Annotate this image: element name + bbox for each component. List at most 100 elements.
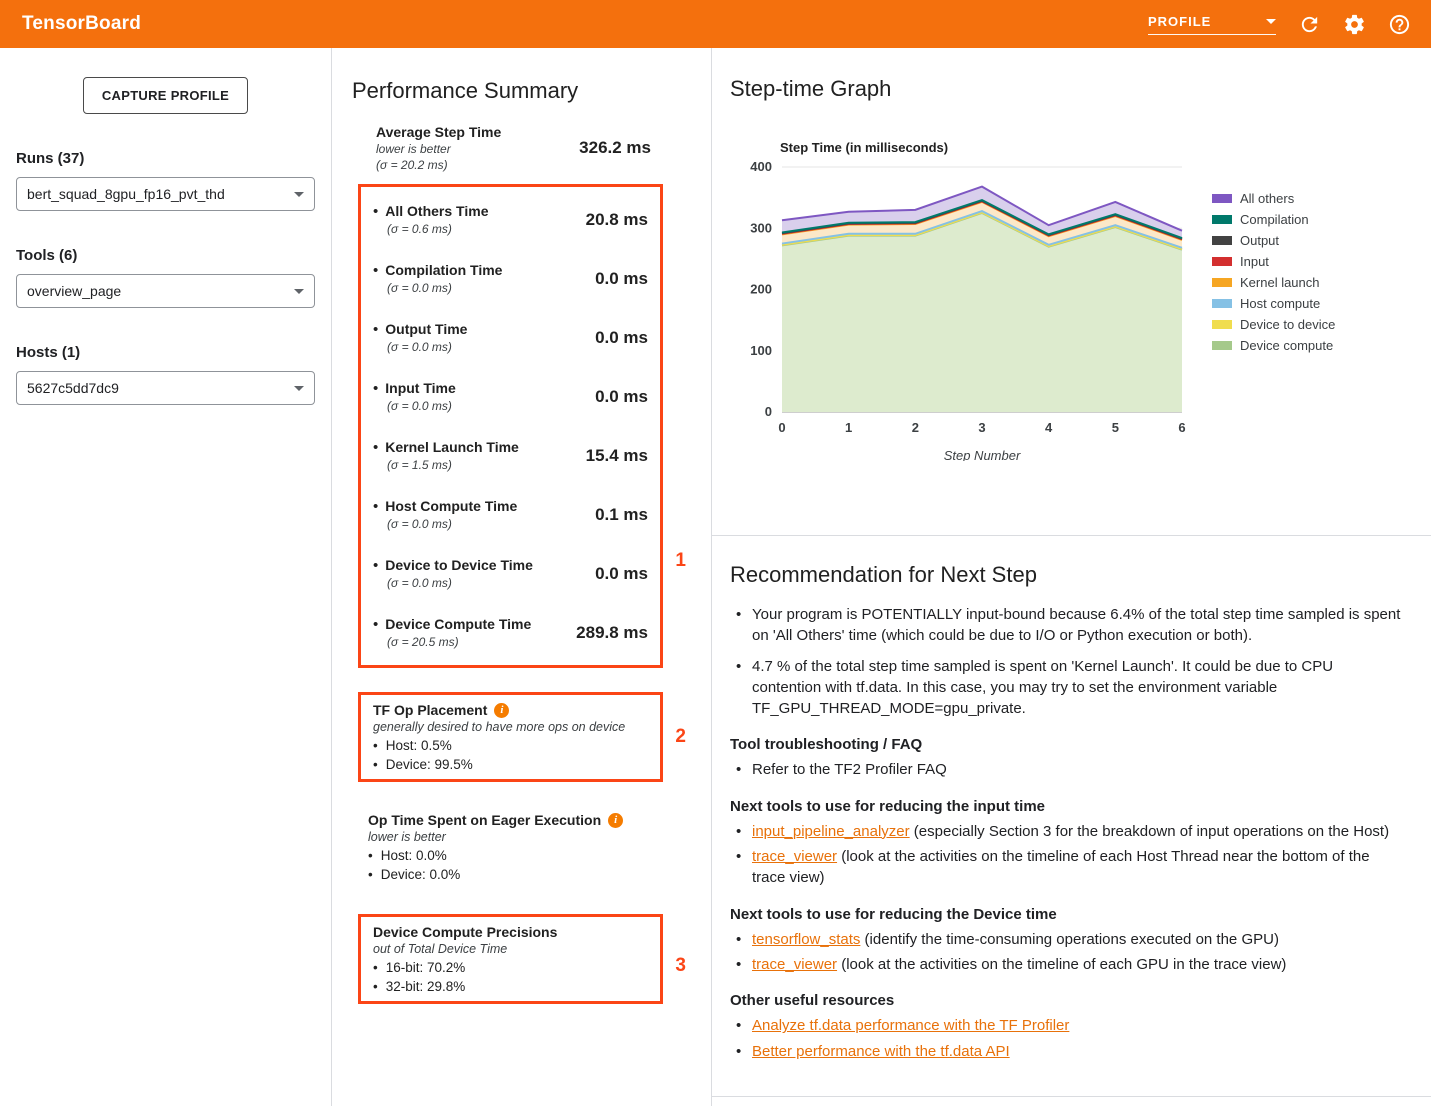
sidebar: CAPTURE PROFILE Runs (37) bert_squad_8gp…: [0, 48, 331, 1106]
tool-link[interactable]: trace_viewer: [752, 956, 837, 973]
svg-text:4: 4: [1045, 420, 1053, 435]
metric-row: Device to Device Time (σ = 0.0 ms) 0.0 m…: [371, 544, 650, 603]
help-icon[interactable]: [1388, 13, 1411, 36]
chevron-down-icon: [294, 289, 304, 294]
legend-item: Kernel launch: [1212, 272, 1335, 293]
legend-label: Compilation: [1240, 212, 1309, 227]
metric-label: All Others Time: [385, 203, 488, 219]
stat-item: Device: 99.5%: [373, 757, 648, 772]
metric-label: Output Time: [385, 321, 467, 337]
metric-value: 0.1 ms: [595, 505, 648, 525]
bullet-icon: [373, 498, 378, 515]
resource-link[interactable]: Analyze tf.data performance with the TF …: [752, 1017, 1069, 1034]
average-step-time-row: Average Step Time lower is better (σ = 2…: [376, 124, 651, 172]
section-subtitle: out of Total Device Time: [373, 942, 648, 956]
metric-label: Device Compute Time: [385, 616, 531, 632]
recommendation-title: Recommendation for Next Step: [730, 562, 1401, 588]
svg-text:1: 1: [845, 420, 852, 435]
annotation-number: 1: [675, 550, 686, 572]
chart-legend: All others Compilation Output Input Kernel l…: [1212, 188, 1335, 356]
hosts-select-value: 5627c5dd7dc9: [27, 380, 119, 396]
runs-select[interactable]: bert_squad_8gpu_fp16_pvt_thd: [16, 177, 315, 211]
divider: [712, 1096, 1431, 1097]
stat-item: 32-bit: 29.8%: [373, 979, 648, 994]
runs-select-value: bert_squad_8gpu_fp16_pvt_thd: [27, 186, 225, 202]
legend-label: Input: [1240, 254, 1269, 269]
metric-sigma: (σ = 0.0 ms): [387, 281, 587, 295]
reco-item: input_pipeline_analyzer (especially Sect…: [730, 821, 1401, 842]
hosts-select[interactable]: 5627c5dd7dc9: [16, 371, 315, 405]
recommendation-bullet: 4.7 % of the total step time sampled is …: [730, 656, 1401, 720]
metric-label: Kernel Launch Time: [385, 439, 519, 455]
legend-item: Device to device: [1212, 314, 1335, 335]
section-title: TF Op Placement: [373, 702, 487, 718]
tool-link[interactable]: input_pipeline_analyzer: [752, 823, 910, 840]
metric-row: Input Time (σ = 0.0 ms) 0.0 ms: [371, 367, 650, 426]
legend-swatch: [1212, 215, 1232, 224]
app-title: TensorBoard: [22, 13, 141, 35]
annotation-number: 3: [675, 955, 686, 977]
reco-section-heading: Tool troubleshooting / FAQ: [730, 736, 1401, 753]
metric-value: 0.0 ms: [595, 269, 648, 289]
section-subtitle: lower is better: [368, 830, 663, 844]
section-subtitle: generally desired to have more ops on de…: [373, 720, 648, 734]
tools-label: Tools (6): [16, 247, 315, 264]
tool-link[interactable]: trace_viewer: [752, 848, 837, 865]
resource-link[interactable]: Better performance with the tf.data API: [752, 1043, 1010, 1060]
section-title: Device Compute Precisions: [373, 924, 557, 940]
metric-row: Kernel Launch Time (σ = 1.5 ms) 15.4 ms: [371, 426, 650, 485]
metric-sigma: (σ = 0.0 ms): [387, 340, 587, 354]
legend-label: Device compute: [1240, 338, 1333, 353]
legend-label: Host compute: [1240, 296, 1320, 311]
legend-swatch: [1212, 236, 1232, 245]
capture-profile-button[interactable]: CAPTURE PROFILE: [83, 77, 248, 114]
step-time-graph-title: Step-time Graph: [730, 76, 1431, 102]
dashboard-select[interactable]: PROFILE: [1148, 14, 1276, 35]
legend-label: Device to device: [1240, 317, 1335, 332]
metric-sigma: (σ = 20.2 ms): [376, 158, 579, 172]
legend-swatch: [1212, 194, 1232, 203]
svg-text:100: 100: [750, 343, 772, 358]
metric-sigma: (σ = 0.6 ms): [387, 222, 578, 236]
chevron-down-icon: [294, 192, 304, 197]
legend-item: Output: [1212, 230, 1335, 251]
svg-text:3: 3: [978, 420, 985, 435]
chart-title: Step Time (in milliseconds): [780, 140, 1431, 155]
legend-swatch: [1212, 278, 1232, 287]
reco-section-list: Analyze tf.data performance with the TF …: [730, 1015, 1401, 1062]
bullet-icon: [373, 380, 378, 397]
legend-label: All others: [1240, 191, 1294, 206]
tool-link[interactable]: tensorflow_stats: [752, 931, 860, 948]
app-bar: TensorBoard PROFILE: [0, 0, 1431, 48]
tools-select[interactable]: overview_page: [16, 274, 315, 308]
recommendation-section: Recommendation for Next Step Your progra…: [712, 536, 1431, 1062]
info-icon[interactable]: [494, 703, 509, 718]
stat-item: Device: 0.0%: [368, 867, 663, 882]
metric-sigma: (σ = 1.5 ms): [387, 458, 578, 472]
settings-gear-icon[interactable]: [1343, 13, 1366, 36]
legend-label: Output: [1240, 233, 1279, 248]
chevron-down-icon: [294, 386, 304, 391]
reco-section-list: tensorflow_stats (identify the time-cons…: [730, 929, 1401, 976]
svg-text:5: 5: [1112, 420, 1119, 435]
svg-text:200: 200: [750, 282, 772, 297]
step-time-chart: 01002003004000123456Step Number: [730, 155, 1200, 461]
tf-op-placement-box: 2 TF Op Placement generally desired to h…: [358, 692, 663, 782]
refresh-icon[interactable]: [1298, 13, 1321, 36]
svg-text:6: 6: [1178, 420, 1185, 435]
info-icon[interactable]: [608, 813, 623, 828]
reco-item: Analyze tf.data performance with the TF …: [730, 1015, 1401, 1036]
metric-label: Average Step Time: [376, 124, 579, 140]
step-time-breakdown-box: 1 All Others Time (σ = 0.6 ms) 20.8 ms C…: [358, 184, 663, 668]
metric-sigma: (σ = 0.0 ms): [387, 576, 587, 590]
legend-item: Device compute: [1212, 335, 1335, 356]
svg-text:2: 2: [912, 420, 919, 435]
chevron-down-icon: [1266, 19, 1276, 24]
section-title: Op Time Spent on Eager Execution: [368, 812, 601, 828]
metric-label: Host Compute Time: [385, 498, 517, 514]
device-compute-precisions-box: 3 Device Compute Precisions out of Total…: [358, 914, 663, 1004]
reco-item: trace_viewer (look at the activities on …: [730, 954, 1401, 975]
svg-text:Step Number: Step Number: [944, 448, 1021, 461]
runs-label: Runs (37): [16, 150, 315, 167]
recommendation-bullets: Your program is POTENTIALLY input-bound …: [730, 604, 1401, 719]
